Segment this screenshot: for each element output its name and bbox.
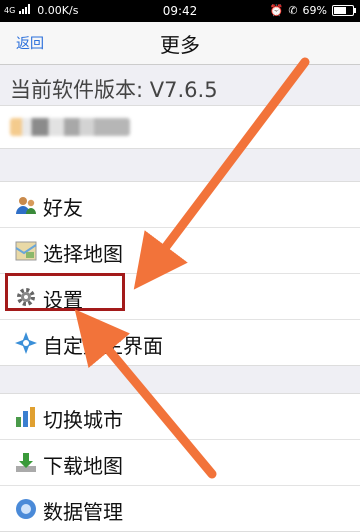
version-text: 当前软件版本: V7.6.5	[10, 78, 218, 102]
vibrate-icon: ✆	[288, 4, 298, 17]
alarm-icon: ⏰	[269, 4, 284, 17]
data-icon	[14, 497, 38, 521]
customize-icon	[14, 331, 38, 355]
battery-icon	[332, 5, 356, 16]
menu-label: 下载地图	[43, 454, 123, 478]
menu-label: 选择地图	[43, 242, 123, 266]
user-account-row[interactable]	[0, 105, 360, 149]
gear-icon	[14, 285, 38, 309]
nav-bar: 返回 更多	[0, 22, 360, 65]
blurred-account-info	[10, 118, 130, 136]
menu-item-friends[interactable]: 好友	[0, 182, 360, 228]
menu-item-settings[interactable]: 设置	[0, 274, 360, 320]
menu-item-switch-city[interactable]: 切换城市	[0, 394, 360, 440]
battery-percent: 69%	[302, 4, 327, 17]
menu-item-select-map[interactable]: 选择地图	[0, 228, 360, 274]
menu-item-data-management[interactable]: 数据管理	[0, 486, 360, 531]
download-icon	[14, 451, 38, 475]
page-title: 更多	[160, 33, 200, 57]
menu-label: 数据管理	[43, 500, 123, 524]
map-select-icon	[14, 239, 38, 263]
menu-item-customize[interactable]: 自定义主界面	[0, 320, 360, 365]
menu-group-2: 切换城市 下载地图 数据管理	[0, 393, 360, 532]
menu-label: 设置	[43, 288, 83, 312]
menu-group-1: 好友 选择地图 设置 自定义主界面	[0, 181, 360, 366]
menu-label: 好友	[43, 196, 83, 220]
menu-label: 切换城市	[43, 408, 123, 432]
menu-item-download-map[interactable]: 下载地图	[0, 440, 360, 486]
menu-label: 自定义主界面	[43, 334, 163, 358]
chart-city-icon	[14, 405, 38, 429]
friends-icon	[14, 193, 38, 217]
status-bar: 4G 0.00K/s 09:42 ⏰ ✆ 69%	[0, 0, 360, 22]
